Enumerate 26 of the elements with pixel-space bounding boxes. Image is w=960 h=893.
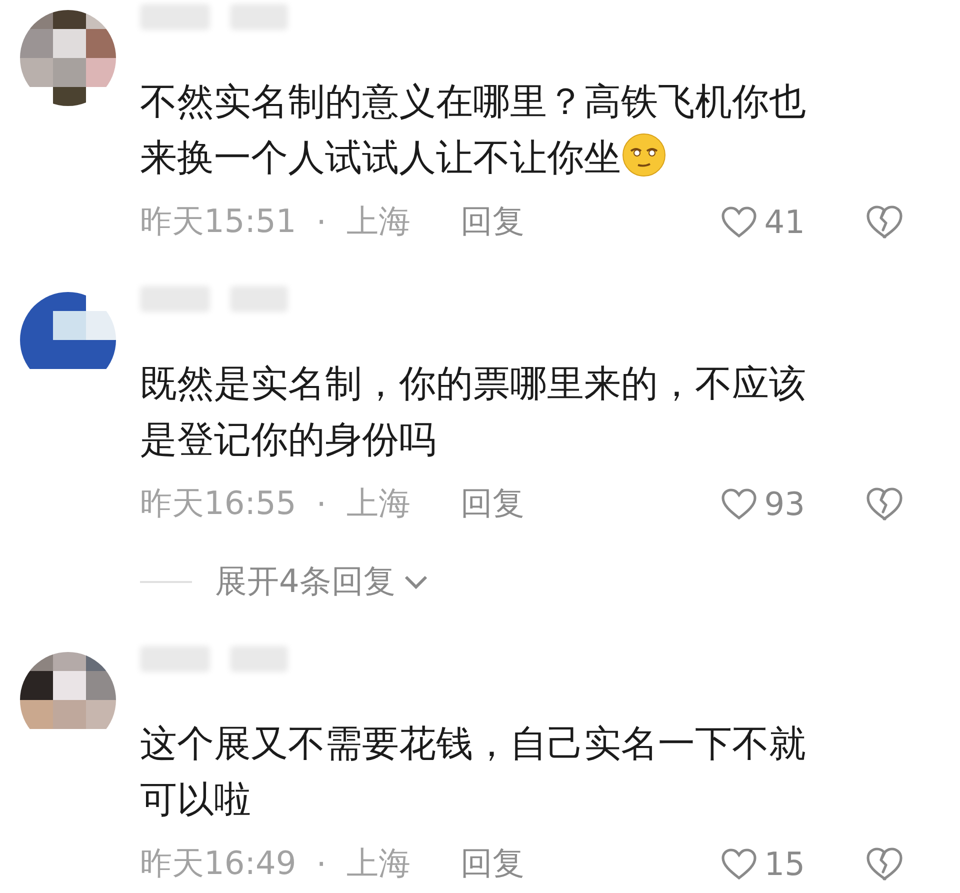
broken-heart-icon[interactable] (865, 846, 905, 882)
reply-link[interactable]: 回复 (460, 842, 524, 886)
comment-location: 上海 (346, 483, 410, 524)
expand-replies-link[interactable]: 展开4条回复 (215, 560, 396, 604)
separator-dot: · (316, 485, 326, 523)
broken-heart-icon[interactable] (865, 486, 905, 522)
comment-location: 上海 (346, 201, 410, 242)
broken-heart-icon[interactable] (865, 204, 905, 240)
comment-text: 这个展又不需要花钱，自己实名一下不就可以啦 (140, 721, 807, 823)
chevron-down-icon[interactable] (403, 574, 430, 590)
like-count: 41 (764, 203, 805, 241)
comment-text: 不然实名制的意义在哪里？高铁飞机你也来换一个人试试人让不让你坐 (140, 79, 807, 181)
heart-icon[interactable] (720, 847, 758, 881)
like-count: 93 (764, 485, 805, 523)
like-count: 15 (764, 845, 805, 883)
comment-time: 昨天16:49 (140, 843, 296, 884)
separator-dot: · (316, 845, 326, 883)
comment-time: 昨天15:51 (140, 201, 296, 242)
comment-location: 上海 (346, 843, 410, 884)
heart-icon[interactable] (720, 487, 758, 521)
comment-text: 既然是实名制，你的票哪里来的，不应该是登记你的身份吗 (140, 361, 807, 463)
reply-link[interactable]: 回复 (460, 200, 524, 244)
reply-link[interactable]: 回复 (460, 482, 524, 526)
heart-icon[interactable] (720, 205, 758, 239)
comment-time: 昨天16:55 (140, 483, 296, 524)
separator-dot: · (316, 203, 326, 241)
